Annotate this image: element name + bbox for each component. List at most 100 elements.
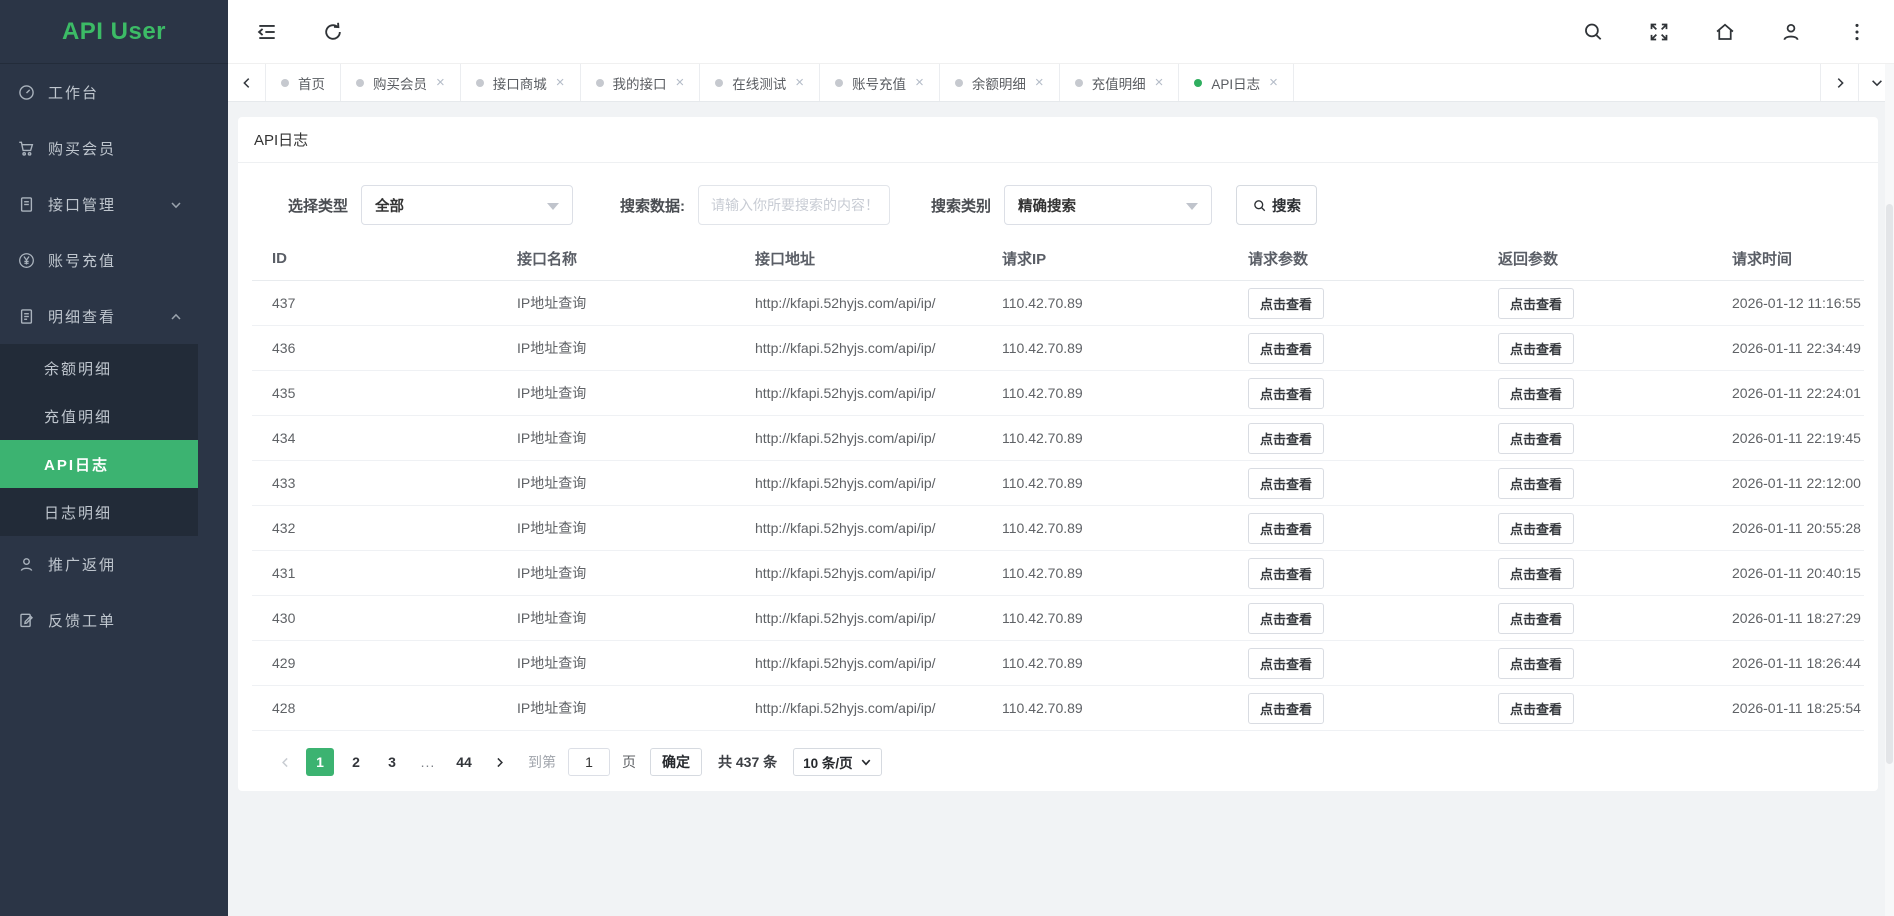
close-icon[interactable]: × <box>676 75 685 90</box>
table-header-row: ID接口名称接口地址请求IP请求参数返回参数请求时间 <box>252 237 1864 281</box>
cell-id: 435 <box>252 385 497 401</box>
close-icon[interactable]: × <box>1035 75 1044 90</box>
sidebar-submenu-details: 余额明细充值明细API日志日志明细 <box>0 344 198 536</box>
sidebar-subitem-log-details[interactable]: 日志明细 <box>0 488 198 536</box>
view-response-params-button[interactable]: 点击查看 <box>1498 468 1574 499</box>
column-header: 请求IP <box>982 248 1228 269</box>
view-response-params-button[interactable]: 点击查看 <box>1498 378 1574 409</box>
view-response-params-button[interactable]: 点击查看 <box>1498 288 1574 319</box>
tabs-scroll-right-button[interactable] <box>1820 64 1858 101</box>
sidebar-item-recharge[interactable]: 账号充值 <box>0 232 198 288</box>
tab-online-test[interactable]: 在线测试× <box>700 64 820 101</box>
tab-buy-member[interactable]: 购买会员× <box>341 64 461 101</box>
view-request-params-button[interactable]: 点击查看 <box>1248 648 1324 679</box>
close-icon[interactable]: × <box>1269 75 1278 90</box>
feedback-icon <box>18 612 35 629</box>
sidebar-item-api-manage[interactable]: 接口管理 <box>0 176 198 232</box>
goto-page-input[interactable] <box>568 748 610 776</box>
refresh-icon <box>322 30 344 47</box>
cell-request-time: 2026-01-11 22:12:00 <box>1712 475 1864 491</box>
close-icon[interactable]: × <box>436 75 445 90</box>
table-row: 435IP地址查询http://kfapi.52hyjs.com/api/ip/… <box>252 371 1864 416</box>
tab-label: 接口商城 <box>493 73 547 93</box>
view-response-params-button[interactable]: 点击查看 <box>1498 423 1574 454</box>
view-response-params-button[interactable]: 点击查看 <box>1498 693 1574 724</box>
cell-view-request-params: 点击查看 <box>1228 288 1478 319</box>
page-button-3[interactable]: 3 <box>378 748 406 776</box>
category-select[interactable]: 精确搜索 <box>1004 185 1212 225</box>
close-icon[interactable]: × <box>795 75 804 90</box>
view-request-params-button[interactable]: 点击查看 <box>1248 603 1324 634</box>
cell-request-time: 2026-01-11 22:24:01 <box>1712 385 1864 401</box>
cell-view-response-params: 点击查看 <box>1478 423 1712 454</box>
chevron-right-icon <box>493 756 506 769</box>
tab-my-api[interactable]: 我的接口× <box>581 64 701 101</box>
tab-recharge-details[interactable]: 充值明细× <box>1060 64 1180 101</box>
person-icon <box>18 556 35 573</box>
goto-confirm-button[interactable]: 确定 <box>650 748 702 776</box>
kebab-icon-button[interactable] <box>1846 21 1868 43</box>
search-input[interactable] <box>698 185 890 225</box>
close-icon[interactable]: × <box>556 75 565 90</box>
view-request-params-button[interactable]: 点击查看 <box>1248 378 1324 409</box>
tab-api-log[interactable]: API日志× <box>1179 64 1294 101</box>
scrollbar-thumb[interactable] <box>1886 204 1893 764</box>
cell-id: 436 <box>252 340 497 356</box>
prev-page-button[interactable] <box>272 748 298 776</box>
home-icon-button[interactable] <box>1714 21 1736 43</box>
view-request-params-button[interactable]: 点击查看 <box>1248 693 1324 724</box>
view-response-params-button[interactable]: 点击查看 <box>1498 513 1574 544</box>
sidebar-item-buy-member[interactable]: 购买会员 <box>0 120 198 176</box>
view-request-params-button[interactable]: 点击查看 <box>1248 288 1324 319</box>
top-header <box>228 0 1894 64</box>
view-request-params-button[interactable]: 点击查看 <box>1248 423 1324 454</box>
close-icon[interactable]: × <box>915 75 924 90</box>
vertical-scrollbar[interactable] <box>1885 64 1894 916</box>
view-request-params-button[interactable]: 点击查看 <box>1248 468 1324 499</box>
table-body: 437IP地址查询http://kfapi.52hyjs.com/api/ip/… <box>252 281 1864 731</box>
page-button-1[interactable]: 1 <box>306 748 334 776</box>
cell-request-time: 2026-01-11 18:27:29 <box>1712 610 1864 626</box>
sidebar-item-details[interactable]: 明细查看 <box>0 288 198 344</box>
tabs-scroll-left-button[interactable] <box>228 64 266 101</box>
tab-balance-details[interactable]: 余额明细 × <box>940 64 1060 101</box>
tab-dot <box>1194 79 1202 87</box>
fullscreen-icon-button[interactable] <box>1648 21 1670 43</box>
tab-recharge[interactable]: 账号充值× <box>820 64 940 101</box>
cell-view-response-params: 点击查看 <box>1478 333 1712 364</box>
cell-api-name: IP地址查询 <box>497 473 735 493</box>
close-icon[interactable]: × <box>1155 75 1164 90</box>
sidebar-subitem-balance-details[interactable]: 余额明细 <box>0 344 198 392</box>
tab-api-market[interactable]: 接口商城 × <box>461 64 581 101</box>
page-button-2[interactable]: 2 <box>342 748 370 776</box>
view-request-params-button[interactable]: 点击查看 <box>1248 513 1324 544</box>
page-button-44[interactable]: 44 <box>450 748 478 776</box>
cell-request-time: 2026-01-11 18:26:44 <box>1712 655 1864 671</box>
type-select[interactable]: 全部 <box>361 185 573 225</box>
sidebar-subitem-api-log[interactable]: API日志 <box>0 440 198 488</box>
tab-home[interactable]: 首页 <box>266 64 341 101</box>
cell-api-name: IP地址查询 <box>497 383 735 403</box>
header-right-icons <box>1582 21 1868 43</box>
cell-request-time: 2026-01-11 20:40:15 <box>1712 565 1864 581</box>
view-response-params-button[interactable]: 点击查看 <box>1498 558 1574 589</box>
view-response-params-button[interactable]: 点击查看 <box>1498 603 1574 634</box>
view-request-params-button[interactable]: 点击查看 <box>1248 333 1324 364</box>
next-page-button[interactable] <box>486 748 512 776</box>
sidebar-item-feedback[interactable]: 反馈工单 <box>0 592 198 648</box>
table-row: 436IP地址查询http://kfapi.52hyjs.com/api/ip/… <box>252 326 1864 371</box>
view-response-params-button[interactable]: 点击查看 <box>1498 333 1574 364</box>
sidebar-item-promotion[interactable]: 推广返佣 <box>0 536 198 592</box>
search-button[interactable]: 搜索 <box>1236 185 1317 225</box>
sidebar-item-workbench[interactable]: 工作台 <box>0 64 198 120</box>
view-request-params-button[interactable]: 点击查看 <box>1248 558 1324 589</box>
tab-label: 余额明细 <box>972 73 1026 93</box>
cell-api-url: http://kfapi.52hyjs.com/api/ip/ <box>735 700 982 716</box>
collapse-icon-button[interactable] <box>256 21 278 43</box>
search-icon-button[interactable] <box>1582 21 1604 43</box>
view-response-params-button[interactable]: 点击查看 <box>1498 648 1574 679</box>
page-size-select[interactable]: 10 条/页 <box>793 748 882 776</box>
refresh-icon-button[interactable] <box>322 21 344 43</box>
user-icon-button[interactable] <box>1780 21 1802 43</box>
sidebar-subitem-recharge-details[interactable]: 充值明细 <box>0 392 198 440</box>
